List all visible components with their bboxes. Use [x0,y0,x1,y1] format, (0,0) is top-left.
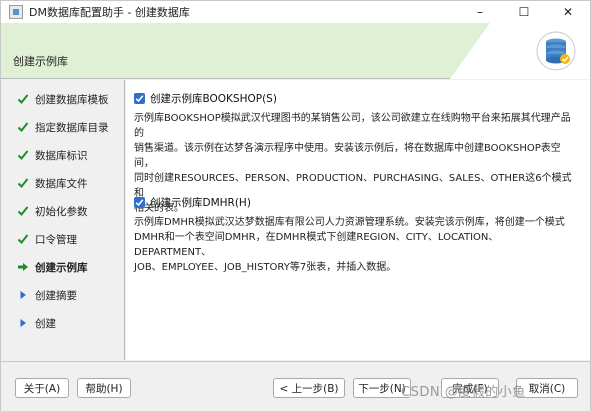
check-icon [15,121,31,133]
arrow-right-icon [15,261,31,273]
step-item-directory: 指定数据库目录 [1,117,125,137]
title-bar: DM数据库配置助手 - 创建数据库 – ☐ ✕ [1,1,590,23]
content-panel: 创建示例库BOOKSHOP(S) 示例库BOOKSHOP模拟武汉代理图书的某销售… [126,80,590,360]
dmhr-label[interactable]: 创建示例库DMHR(H) [150,195,251,210]
back-button[interactable]: < 上一步(B) [273,378,345,398]
check-icon [15,177,31,189]
step-item-create: 创建 [1,313,125,333]
step-label: 口令管理 [35,233,77,246]
desc-line: 销售渠道。该示例在达梦各演示程序中使用。安装该示例后，将在数据库中创建BOOKS… [134,143,561,169]
dmhr-option[interactable]: 创建示例库DMHR(H) [134,195,251,210]
step-item-files: 数据库文件 [1,173,125,193]
check-icon [15,205,31,217]
watermark: CSDN @度假的小鱼 [401,385,526,400]
triangle-right-icon [15,290,31,300]
step-item-sample-db: 创建示例库 [1,257,125,277]
database-icon [536,31,576,71]
step-header: 创建示例库 [1,23,590,79]
step-item-password: 口令管理 [1,229,125,249]
wizard-window: DM数据库配置助手 - 创建数据库 – ☐ ✕ 创建示例库 创建数据库模板 指定… [0,0,591,411]
step-label: 创建摘要 [35,289,77,302]
close-button[interactable]: ✕ [546,1,590,23]
step-title: 创建示例库 [13,55,68,68]
bookshop-checkbox[interactable] [134,93,145,104]
check-icon [15,93,31,105]
desc-line: DMHR和一个表空间DMHR，在DMHR模式下创建REGION、CITY、LOC… [134,232,499,258]
app-icon [9,5,23,19]
desc-line: 示例库DMHR模拟武汉达梦数据库有限公司人力资源管理系统。安装完该示例库，将创建… [134,217,565,228]
header-graphic [450,23,590,79]
maximize-button[interactable]: ☐ [502,1,546,23]
dmhr-description: 示例库DMHR模拟武汉达梦数据库有限公司人力资源管理系统。安装完该示例库，将创建… [134,215,574,275]
bookshop-option[interactable]: 创建示例库BOOKSHOP(S) [134,91,277,106]
step-item-init-params: 初始化参数 [1,201,125,221]
step-item-template: 创建数据库模板 [1,89,125,109]
step-label: 数据库文件 [35,177,88,190]
step-label: 指定数据库目录 [35,121,109,134]
step-label: 数据库标识 [35,149,88,162]
check-icon [15,233,31,245]
check-icon [15,149,31,161]
step-label: 初始化参数 [35,205,88,218]
bookshop-label[interactable]: 创建示例库BOOKSHOP(S) [150,91,277,106]
window-controls: – ☐ ✕ [458,1,590,23]
window-title: DM数据库配置助手 - 创建数据库 [29,6,190,19]
step-label: 创建数据库模板 [35,93,109,106]
step-item-identifier: 数据库标识 [1,145,125,165]
step-label: 创建示例库 [35,261,88,274]
dmhr-checkbox[interactable] [134,197,145,208]
wizard-steps: 创建数据库模板 指定数据库目录 数据库标识 数据库文件 初始化参数 口令管理 创… [1,80,125,360]
button-bar: 关于(A) 帮助(H) < 上一步(B) 下一步(N) 完成(F) 取消(C) … [1,361,590,411]
desc-line: 示例库BOOKSHOP模拟武汉代理图书的某销售公司，该公司欲建立在线购物平台来拓… [134,113,571,139]
about-button[interactable]: 关于(A) [15,378,69,398]
step-item-summary: 创建摘要 [1,285,125,305]
desc-line: JOB、EMPLOYEE、JOB_HISTORY等7张表，并插入数据。 [134,262,397,273]
step-label: 创建 [35,317,56,330]
minimize-button[interactable]: – [458,1,502,23]
triangle-right-icon [15,318,31,328]
help-button[interactable]: 帮助(H) [77,378,131,398]
